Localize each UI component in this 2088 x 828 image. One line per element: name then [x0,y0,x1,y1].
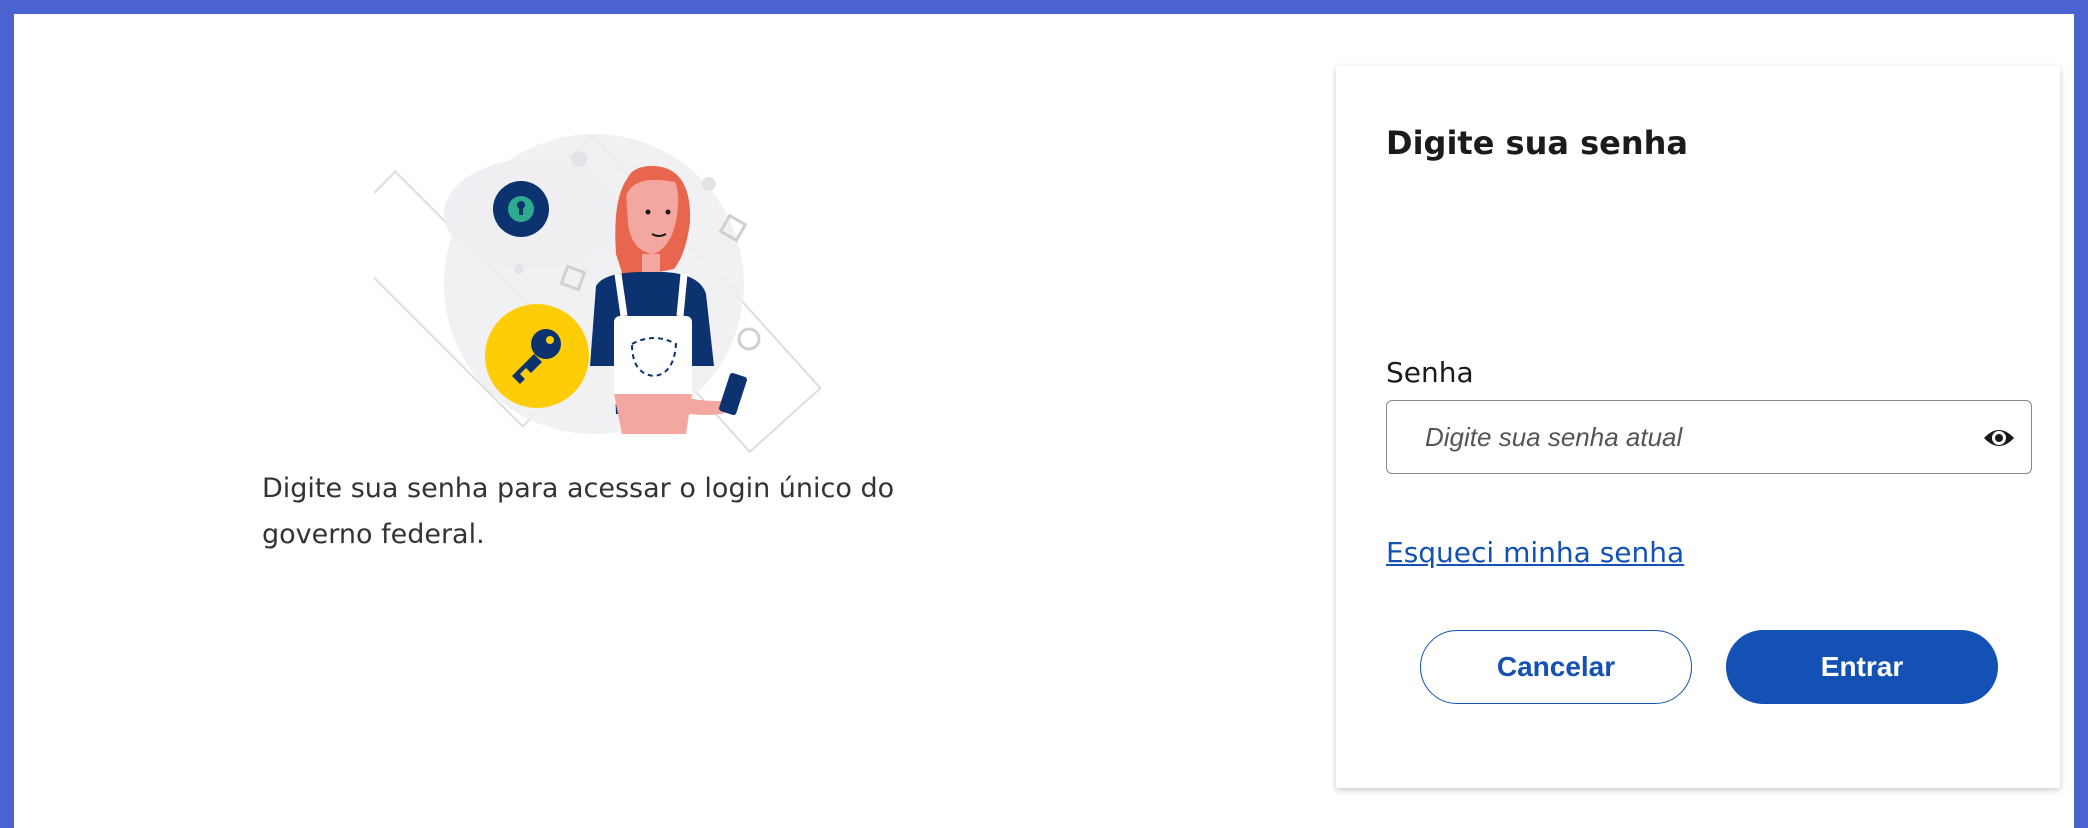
forgot-password-link[interactable]: Esqueci minha senha [1386,536,1684,569]
login-illustration [374,134,822,454]
eye-icon[interactable] [1981,421,2017,455]
enter-button[interactable]: Entrar [1726,630,1998,704]
password-card: Digite sua senha Senha Esqueci minha sen… [1336,66,2060,788]
card-title: Digite sua senha [1386,124,1689,162]
lock-icon [493,181,549,237]
password-field-wrapper [1386,400,2032,474]
key-icon [485,304,589,408]
cancel-button[interactable]: Cancelar [1420,630,1692,704]
password-input[interactable] [1387,401,1985,473]
login-description: Digite sua senha para acessar o login ún… [262,473,895,550]
page-frame: Digite sua senha para acessar o login ún… [14,14,2074,828]
password-label: Senha [1386,356,1474,389]
